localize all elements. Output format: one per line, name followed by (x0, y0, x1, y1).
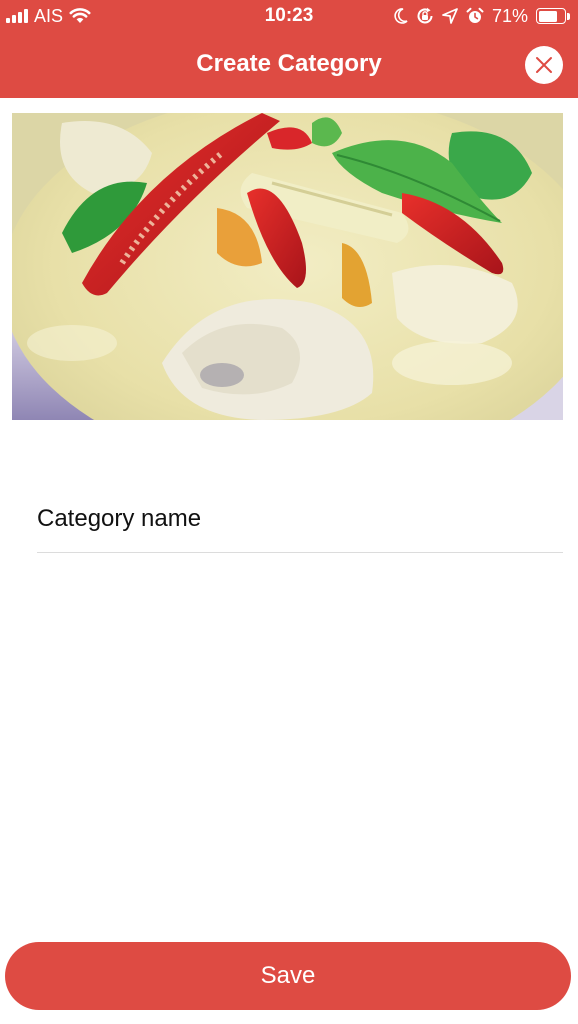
battery-percent: 71% (491, 6, 528, 26)
save-button[interactable]: Save (5, 942, 571, 1010)
food-photo (12, 113, 563, 420)
page-title: Create Category (196, 50, 382, 77)
moon-icon (394, 8, 408, 24)
category-name-input[interactable] (37, 490, 563, 548)
close-button[interactable] (525, 46, 563, 84)
battery-icon (536, 8, 570, 24)
category-name-field[interactable] (37, 490, 563, 553)
status-right: 71% (394, 5, 570, 27)
header: AIS 10:23 71% Create Category (0, 0, 578, 98)
rotation-lock-icon (417, 7, 433, 24)
alarm-icon (466, 7, 484, 23)
location-arrow-icon (442, 8, 458, 24)
close-icon (536, 57, 552, 73)
category-image[interactable] (12, 113, 563, 420)
status-bar: AIS 10:23 71% (0, 0, 578, 32)
